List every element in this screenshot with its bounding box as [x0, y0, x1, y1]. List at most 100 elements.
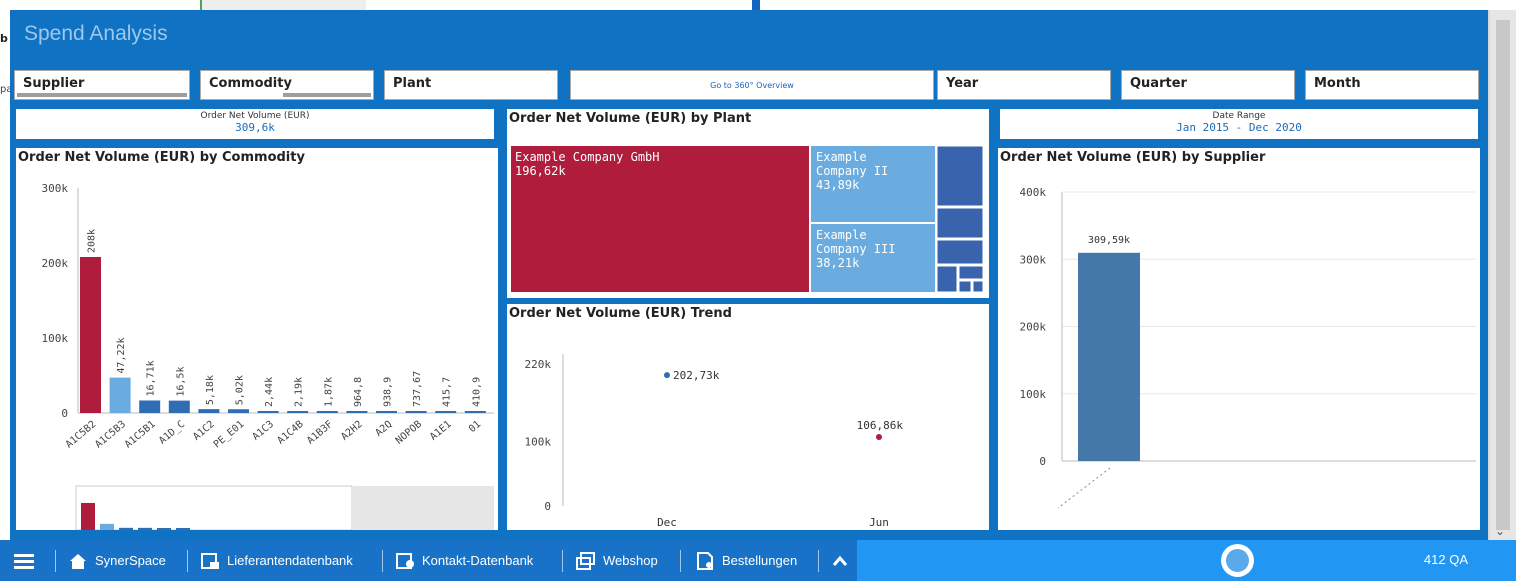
panel-trend[interactable]: Order Net Volume (EUR) Trend 0 100k 220k 20…	[507, 304, 989, 530]
taskbar-label: Bestellungen	[722, 553, 798, 568]
environment-label: 412 QA	[1423, 552, 1468, 567]
bar	[405, 411, 427, 413]
bar	[316, 411, 338, 413]
top-strip-marker	[752, 0, 760, 10]
filter-commodity[interactable]: Commodity	[200, 70, 374, 100]
bar-data-label: 415,7	[442, 377, 453, 407]
filter-year[interactable]: Year	[937, 70, 1111, 100]
filter-selection-bar	[283, 93, 371, 97]
orders-icon	[697, 551, 713, 570]
scrollbar-thumb[interactable]	[1496, 20, 1510, 530]
data-point	[664, 372, 670, 379]
filter-label: Quarter	[1130, 76, 1187, 91]
bar	[257, 411, 279, 413]
bar-data-label: 737,67	[412, 371, 423, 407]
treemap-cell-name: Example Company GmbH	[515, 150, 660, 164]
filter-label: Commodity	[209, 76, 292, 91]
vertical-scrollbar[interactable]: ⌄	[1490, 10, 1516, 540]
bar-data-label: 410,9	[471, 377, 482, 407]
bar	[168, 400, 190, 413]
mini-bar	[100, 523, 114, 530]
y-tick-label: 200k	[1020, 321, 1047, 334]
filter-supplier[interactable]: Supplier	[14, 70, 190, 100]
kpi-date-range: Date Range Jan 2015 - Dec 2020	[1000, 109, 1478, 139]
taskbar-lieferantendatenbank[interactable]: Lieferantendatenbank	[200, 540, 353, 581]
taskbar-bestellungen[interactable]: Bestellungen	[695, 540, 797, 581]
x-tick-label: A1C5B3	[93, 419, 128, 451]
treemap-cell	[972, 280, 984, 293]
mini-bar	[157, 528, 171, 530]
taskbar-separator	[55, 550, 56, 572]
panel-supplier[interactable]: Order Net Volume (EUR) by Supplier 0 100k…	[998, 148, 1480, 530]
kpi-label: Order Net Volume (EUR)	[200, 111, 310, 121]
filter-quarter[interactable]: Quarter	[1121, 70, 1295, 100]
x-tick-label: A1C4B	[275, 419, 305, 447]
x-tick-label: Jun	[869, 516, 889, 529]
filter-label: Plant	[393, 76, 432, 91]
home-icon	[70, 553, 86, 569]
x-tick-label: Dec	[657, 516, 677, 529]
kpi-value: Jan 2015 - Dec 2020	[1176, 121, 1302, 134]
plant-treemap[interactable]: Example Company GmbH196,62kExampleCompan…	[507, 109, 989, 298]
bar	[1078, 252, 1140, 461]
x-tick-label: A1C2	[191, 419, 217, 443]
taskbar-kontakt-datenbank[interactable]: Kontakt-Datenbank	[395, 540, 533, 581]
x-tick-label: A1C5B1	[123, 419, 158, 451]
x-tick-label: A2Q	[374, 419, 395, 439]
commodity-bar-chart[interactable]: 0 100k 200k 300k 208k A1C5B2 47,22k A1C5B3 16,71…	[16, 148, 498, 530]
x-tick-label: A1C5B2	[64, 419, 99, 451]
top-strip-segment	[200, 0, 366, 10]
trend-chart[interactable]: 0 100k 220k 202,73k Dec 106,86k Jun	[507, 304, 989, 530]
taskbar-expand-button[interactable]	[832, 540, 855, 581]
mini-bar	[119, 527, 133, 530]
taskbar-label: Lieferantendatenbank	[227, 553, 353, 568]
filter-plant[interactable]: Plant	[384, 70, 558, 100]
bar-data-label: 208k	[87, 229, 98, 253]
treemap-cell	[936, 145, 984, 207]
taskbar: SynerSpace Lieferantendatenbank Kontakt-…	[0, 540, 1516, 581]
scroll-down-icon[interactable]: ⌄	[1495, 524, 1505, 538]
treemap-cell	[936, 265, 958, 293]
y-tick-label: 100k	[525, 435, 552, 448]
x-tick-label: 01	[467, 419, 483, 435]
treemap-cell	[936, 239, 984, 265]
bar-data-label: 964,8	[353, 377, 364, 407]
y-tick-label: 0	[1039, 455, 1046, 468]
bar	[287, 411, 309, 413]
x-tick-label: A1B3F	[305, 419, 335, 447]
y-tick-label: 400k	[1020, 186, 1047, 199]
y-tick-label: 200k	[42, 257, 69, 270]
panel-commodity[interactable]: Order Net Volume (EUR) by Commodity 0 100…	[16, 148, 498, 530]
filter-label: Year	[946, 76, 979, 91]
taskbar-webshop[interactable]: Webshop	[576, 540, 658, 581]
mini-chart-scroll-area	[352, 486, 494, 530]
x-tick-label-truncated	[1057, 467, 1111, 509]
treemap-cell-value: 43,89k	[816, 178, 860, 192]
goto-360-overview-button[interactable]: Go to 360° Overview	[570, 70, 934, 100]
y-tick-label: 0	[61, 407, 68, 420]
x-tick-label: PE_E01	[212, 419, 247, 451]
taskbar-synerspace[interactable]: SynerSpace	[68, 540, 166, 581]
filter-month[interactable]: Month	[1305, 70, 1479, 100]
y-tick-label: 220k	[525, 358, 552, 371]
bar	[228, 409, 249, 413]
panel-title: Order Net Volume (EUR) by Supplier	[1000, 150, 1266, 165]
left-stub: b pal	[0, 10, 12, 540]
panel-plant[interactable]: Order Net Volume (EUR) by Plant Example …	[507, 109, 989, 298]
bar-data-label: 5,02k	[235, 375, 246, 405]
bar	[346, 411, 368, 413]
bar-data-label: 1,87k	[323, 377, 334, 407]
bar-data-label: 2,19k	[294, 377, 305, 407]
supplier-bar-chart[interactable]: 0 100k 200k 300k 400k 309,59k	[998, 148, 1480, 530]
y-tick-label: 300k	[42, 182, 69, 195]
y-tick-label: 100k	[1020, 388, 1047, 401]
contact-db-icon	[396, 552, 414, 569]
assistant-icon[interactable]	[1221, 544, 1254, 577]
mini-bar	[81, 502, 95, 530]
menu-button[interactable]	[14, 540, 41, 581]
x-tick-label: NOPOB	[394, 419, 424, 447]
mini-bar	[138, 527, 152, 530]
dashboard: Spend Analysis Supplier Commodity Plant …	[10, 10, 1488, 540]
taskbar-separator	[818, 550, 819, 572]
filter-label: Month	[1314, 76, 1361, 91]
